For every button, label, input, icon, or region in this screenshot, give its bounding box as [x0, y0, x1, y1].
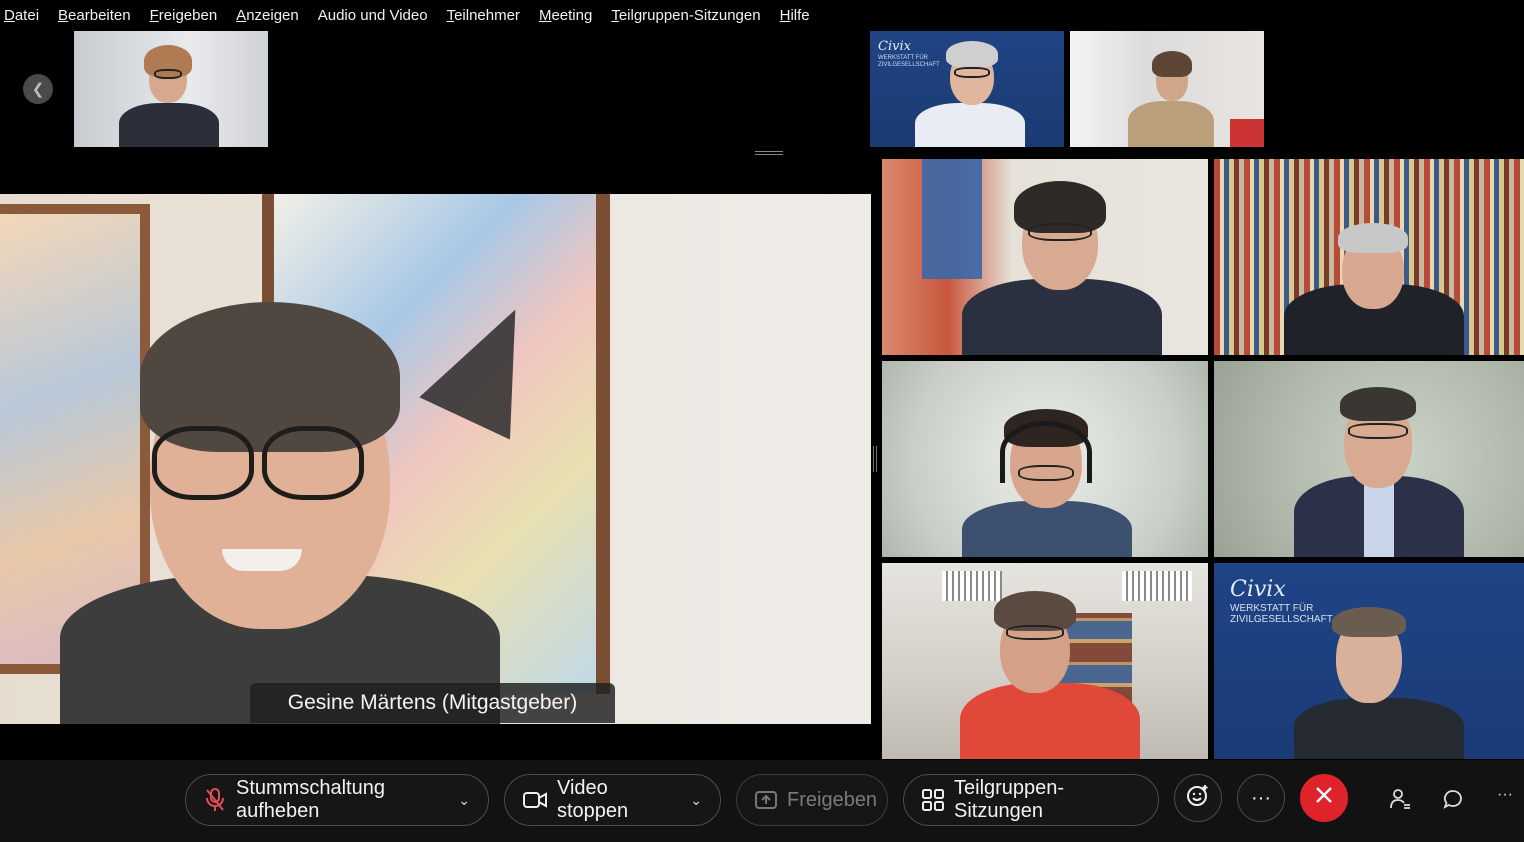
speaker-name-label: Gesine Märtens (Mitgastgeber) — [250, 683, 615, 723]
ellipsis-icon[interactable]: ··· — [1497, 786, 1513, 804]
menu-item-freigeben[interactable]: Freigeben — [150, 7, 218, 24]
civix-logo: Civix — [1230, 577, 1286, 602]
share-screen-icon — [755, 790, 777, 810]
more-options-button[interactable]: ··· — [1237, 774, 1285, 822]
share-button[interactable]: Freigeben — [736, 774, 888, 826]
chevron-down-icon[interactable]: ⌄ — [458, 792, 470, 809]
menu-item-audio-und-video[interactable]: Audio und Video — [318, 7, 428, 24]
leave-meeting-button[interactable] — [1300, 774, 1348, 822]
smiley-icon — [1186, 783, 1210, 813]
menu-bar: Datei Bearbeiten Freigeben Anzeigen Audio un… — [0, 0, 1524, 30]
chat-icon[interactable] — [1442, 788, 1464, 815]
active-speaker-video[interactable] — [0, 194, 871, 724]
participant-video-tile[interactable] — [1214, 361, 1524, 557]
menu-item-teilgruppen-sitzungen[interactable]: Teilgruppen-Sitzungen — [611, 7, 760, 24]
participant-video-tile[interactable]: Civix WERKSTATT FÜR ZIVILGESELLSCHAFT — [870, 31, 1064, 147]
ellipsis-icon: ··· — [1251, 786, 1271, 809]
reactions-button[interactable] — [1174, 774, 1222, 822]
stop-video-button[interactable]: Video stoppen ⌄ — [504, 774, 721, 826]
meeting-controls-bar: Stummschaltung aufheben ⌄ Video stoppen … — [0, 760, 1524, 842]
menu-item-datei[interactable]: Datei — [4, 7, 39, 24]
civix-logo: Civix — [878, 39, 911, 54]
breakout-sessions-button[interactable]: Teilgruppen-Sitzungen — [903, 774, 1159, 826]
chevron-left-icon: ❮ — [31, 81, 45, 98]
grid-icon — [922, 789, 944, 811]
menu-item-bearbeiten[interactable]: Bearbeiten — [58, 7, 131, 24]
participant-video-tile[interactable] — [882, 361, 1208, 557]
video-camera-icon — [523, 791, 547, 809]
participants-icon[interactable] — [1389, 788, 1411, 815]
participant-video-tile[interactable]: Civix WERKSTATT FÜR ZIVILGESELLSCHAFT — [1214, 563, 1524, 759]
menu-item-hilfe[interactable]: Hilfe — [780, 7, 810, 24]
participant-video-tile[interactable] — [1214, 159, 1524, 355]
participant-video-tile[interactable] — [882, 563, 1208, 759]
drag-handle[interactable] — [755, 151, 783, 155]
muted-microphone-icon — [204, 787, 226, 813]
filmstrip-prev-button[interactable]: ❮ — [23, 74, 53, 104]
participant-video-tile[interactable] — [74, 31, 268, 147]
participant-video-tile[interactable] — [882, 159, 1208, 355]
chevron-down-icon[interactable]: ⌄ — [690, 792, 702, 809]
menu-item-meeting[interactable]: Meeting — [539, 7, 592, 24]
menu-item-teilnehmer[interactable]: Teilnehmer — [447, 7, 520, 24]
menu-item-anzeigen[interactable]: Anzeigen — [236, 7, 299, 24]
participant-video-tile[interactable] — [1070, 31, 1264, 147]
close-icon — [1315, 786, 1333, 810]
panel-resize-handle[interactable] — [873, 446, 877, 472]
unmute-button[interactable]: Stummschaltung aufheben ⌄ — [185, 774, 489, 826]
